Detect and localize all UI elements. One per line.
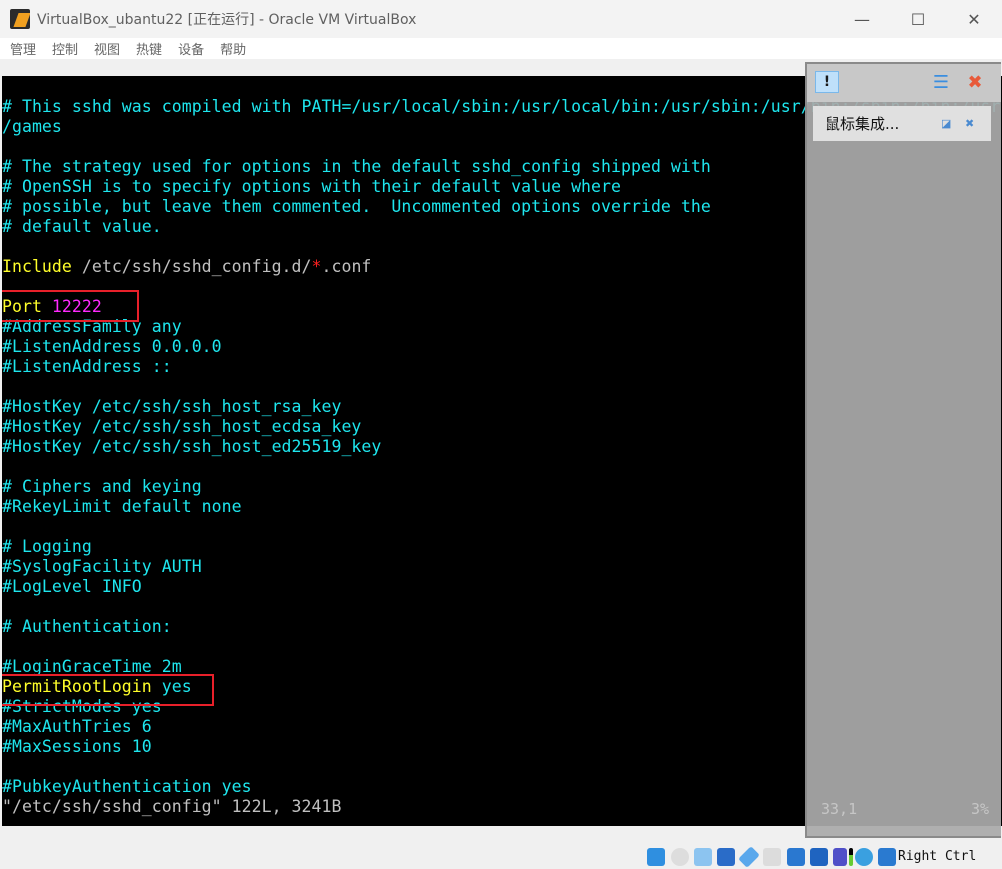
mouse-integration-notification[interactable]: 鼠标集成... ◪ ✖ — [813, 106, 991, 141]
close-button[interactable]: ✕ — [946, 0, 1002, 38]
menu-bar: 管理 控制 视图 热键 设备 帮助 — [0, 38, 1002, 59]
shared-folder-icon[interactable] — [763, 848, 781, 866]
terminal-text-segment: Include — [2, 257, 72, 276]
terminal-text-segment: # possible, but leave them commented. Un… — [2, 197, 711, 216]
menu-help[interactable]: 帮助 — [220, 39, 246, 58]
sort-icon[interactable]: ☰ — [929, 71, 953, 93]
terminal-text-segment: # OpenSSH is to specify options with the… — [2, 177, 621, 196]
highlight-box-port — [2, 290, 139, 322]
keyboard-icon[interactable] — [878, 848, 896, 866]
notification-center: ! ☰ ✖ 鼠标集成... ◪ ✖ 33,1 3% — [805, 62, 1001, 838]
host-key-label: Right Ctrl — [898, 849, 977, 864]
terminal-text-segment: #RekeyLimit default none — [2, 497, 242, 516]
menu-manage[interactable]: 管理 — [10, 39, 36, 58]
highlight-box-permitrootlogin — [2, 674, 214, 706]
virtualbox-logo-icon — [10, 9, 30, 29]
terminal-text-segment: #HostKey /etc/ssh/ssh_host_ecdsa_key — [2, 417, 362, 436]
terminal-text-segment: #LogLevel INFO — [2, 577, 142, 596]
network-icon[interactable] — [717, 848, 735, 866]
status-bar: Right Ctrl — [0, 838, 1002, 869]
terminal-text-segment: # Authentication: — [2, 617, 172, 636]
usb-icon[interactable] — [738, 846, 760, 868]
display-icon[interactable] — [787, 848, 805, 866]
terminal-text-segment: "/etc/ssh/sshd_config" 122L, 3241B — [2, 797, 342, 816]
maximize-button[interactable]: ☐ — [890, 0, 946, 38]
terminal-text-segment: #ListenAddress 0.0.0.0 — [2, 337, 222, 356]
terminal-text-segment: /games — [2, 117, 62, 136]
dismiss-icon[interactable]: ✖ — [965, 117, 974, 130]
close-all-icon[interactable]: ✖ — [963, 71, 987, 93]
terminal-text-segment: #SyslogFacility AUTH — [2, 557, 202, 576]
terminal-text-segment: #PubkeyAuthentication yes — [2, 777, 252, 796]
pin-icon[interactable]: ◪ — [941, 117, 951, 130]
menu-hotkeys[interactable]: 热键 — [136, 39, 162, 58]
terminal-text-segment: #MaxAuthTries 6 — [2, 717, 152, 736]
notification-icon[interactable]: ! — [815, 71, 839, 93]
menu-control[interactable]: 控制 — [52, 39, 78, 58]
recording-icon[interactable] — [810, 848, 828, 866]
minimize-button[interactable]: — — [834, 0, 890, 38]
hard-disk-icon[interactable] — [647, 848, 665, 866]
terminal-text-segment: /etc/ssh/sshd_config.d/ — [71, 257, 312, 276]
menu-view[interactable]: 视图 — [94, 39, 120, 58]
terminal-text-segment: # default value. — [2, 217, 162, 236]
cursor-position: 33,1 — [821, 800, 858, 818]
terminal-text-segment: .conf — [321, 257, 372, 276]
audio-icon[interactable] — [694, 848, 712, 866]
terminal-text-segment: # The strategy used for options in the d… — [2, 157, 711, 176]
terminal-text-segment: # Logging — [2, 537, 92, 556]
terminal-text-segment: #HostKey /etc/ssh/ssh_host_ed25519_key — [2, 437, 382, 456]
terminal-text-segment: # Ciphers and keying — [2, 477, 202, 496]
terminal-text-segment: #ListenAddress :: — [2, 357, 172, 376]
terminal-text-segment: * — [311, 257, 322, 276]
mouse-integration-icon[interactable] — [855, 848, 873, 866]
cpu-icon — [833, 848, 847, 866]
cpu-load-indicator — [849, 848, 853, 866]
title-bar: VirtualBox_ubantu22 [正在运行] - Oracle VM V… — [0, 0, 1002, 38]
terminal-text-segment: #MaxSessions 10 — [2, 737, 152, 756]
terminal-text-segment: #HostKey /etc/ssh/ssh_host_rsa_key — [2, 397, 342, 416]
window-title: VirtualBox_ubantu22 [正在运行] - Oracle VM V… — [37, 12, 417, 28]
scroll-percent: 3% — [971, 800, 990, 818]
notification-text: 鼠标集成... — [825, 115, 900, 133]
optical-drive-icon[interactable] — [671, 848, 689, 866]
menu-devices[interactable]: 设备 — [178, 39, 204, 58]
